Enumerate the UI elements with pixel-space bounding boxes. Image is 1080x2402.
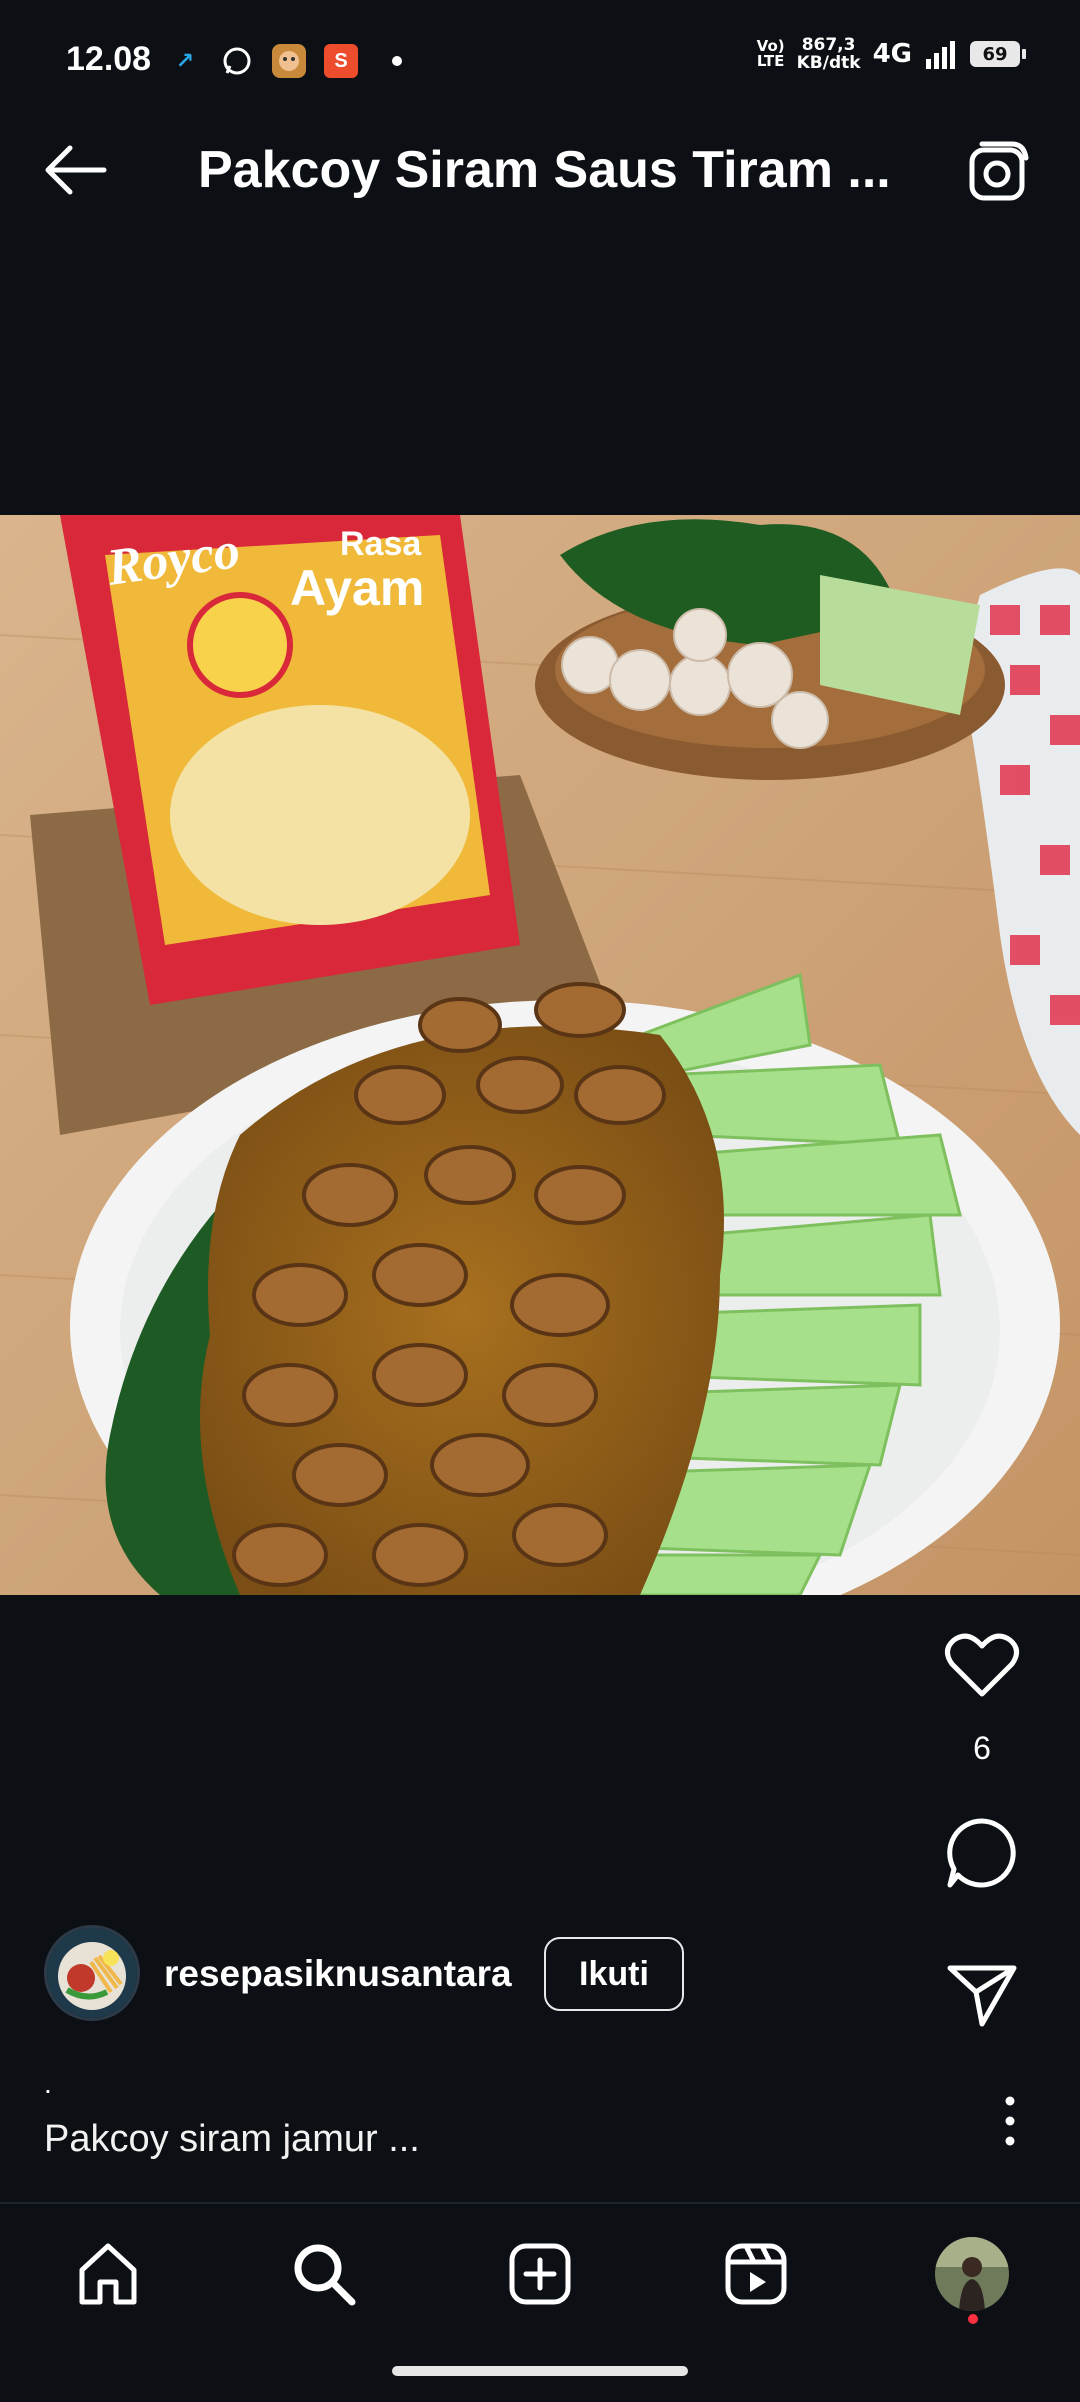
author-row: resepasiknusantara Ikuti — [44, 1925, 764, 2025]
nav-profile[interactable] — [932, 2234, 1012, 2314]
nav-create[interactable] — [500, 2234, 580, 2314]
camera-icon — [969, 141, 1029, 201]
home-indicator — [392, 2366, 688, 2376]
post-caption[interactable]: Pakcoy siram jamur ... — [44, 2118, 420, 2161]
create-icon — [509, 2243, 571, 2305]
author-avatar[interactable] — [44, 1925, 140, 2021]
game-icon — [272, 44, 306, 78]
more-options-button[interactable] — [1000, 2095, 1020, 2147]
share-button[interactable] — [922, 1960, 1042, 2030]
reels-icon — [725, 2243, 787, 2305]
network-speed: 867,3 KB/dtk — [796, 35, 861, 73]
home-icon — [79, 2243, 137, 2305]
heart-icon — [945, 1633, 1019, 1697]
nav-reels[interactable] — [716, 2234, 796, 2314]
signal-icon — [926, 41, 955, 69]
more-notifications-dot — [392, 56, 402, 66]
follow-button[interactable]: Ikuti — [544, 1937, 684, 2011]
like-button[interactable] — [922, 1630, 1042, 1700]
nav-search[interactable] — [284, 2234, 364, 2314]
author-username[interactable]: resepasiknusantara — [164, 1953, 512, 1995]
search-icon — [294, 2244, 356, 2306]
page-title: Pakcoy Siram Saus Tiram ... — [198, 141, 891, 199]
recorder-icon: ↗ — [175, 48, 195, 73]
status-time: 12.08 — [66, 40, 152, 78]
package-text-rasa: Rasa — [340, 525, 422, 563]
post-image[interactable]: Royco Rasa Ayam — [0, 515, 1080, 1595]
send-icon — [947, 1965, 1017, 2027]
battery-indicator: 69 — [970, 41, 1026, 67]
shopee-icon: S — [324, 44, 358, 78]
package-text-ayam: Ayam — [290, 560, 424, 616]
camera-button[interactable] — [966, 140, 1030, 204]
nav-home[interactable] — [68, 2234, 148, 2314]
post-header: Pakcoy Siram Saus Tiram ... — [0, 110, 1080, 230]
profile-notification-dot — [968, 2314, 978, 2324]
back-button[interactable] — [40, 140, 110, 200]
whatsapp-icon — [220, 44, 254, 78]
comment-button[interactable] — [922, 1815, 1042, 1891]
like-count: 6 — [973, 1730, 991, 1766]
profile-avatar — [935, 2237, 1009, 2311]
status-right: Vo) LTE 867,3 KB/dtk 4G 69 — [756, 35, 1026, 73]
back-arrow-icon — [45, 145, 107, 195]
caption-dot: . — [44, 2068, 52, 2099]
more-vertical-icon — [1005, 2096, 1015, 2146]
comment-icon — [947, 1818, 1016, 1888]
network-type: 4G — [872, 39, 912, 69]
volte-indicator: Vo) LTE — [756, 37, 785, 70]
status-bar: 12.08 ↗ S Vo) LTE 867,3 KB/dtk 4G 69 — [0, 0, 1080, 92]
notification-icons: ↗ S — [168, 44, 402, 78]
